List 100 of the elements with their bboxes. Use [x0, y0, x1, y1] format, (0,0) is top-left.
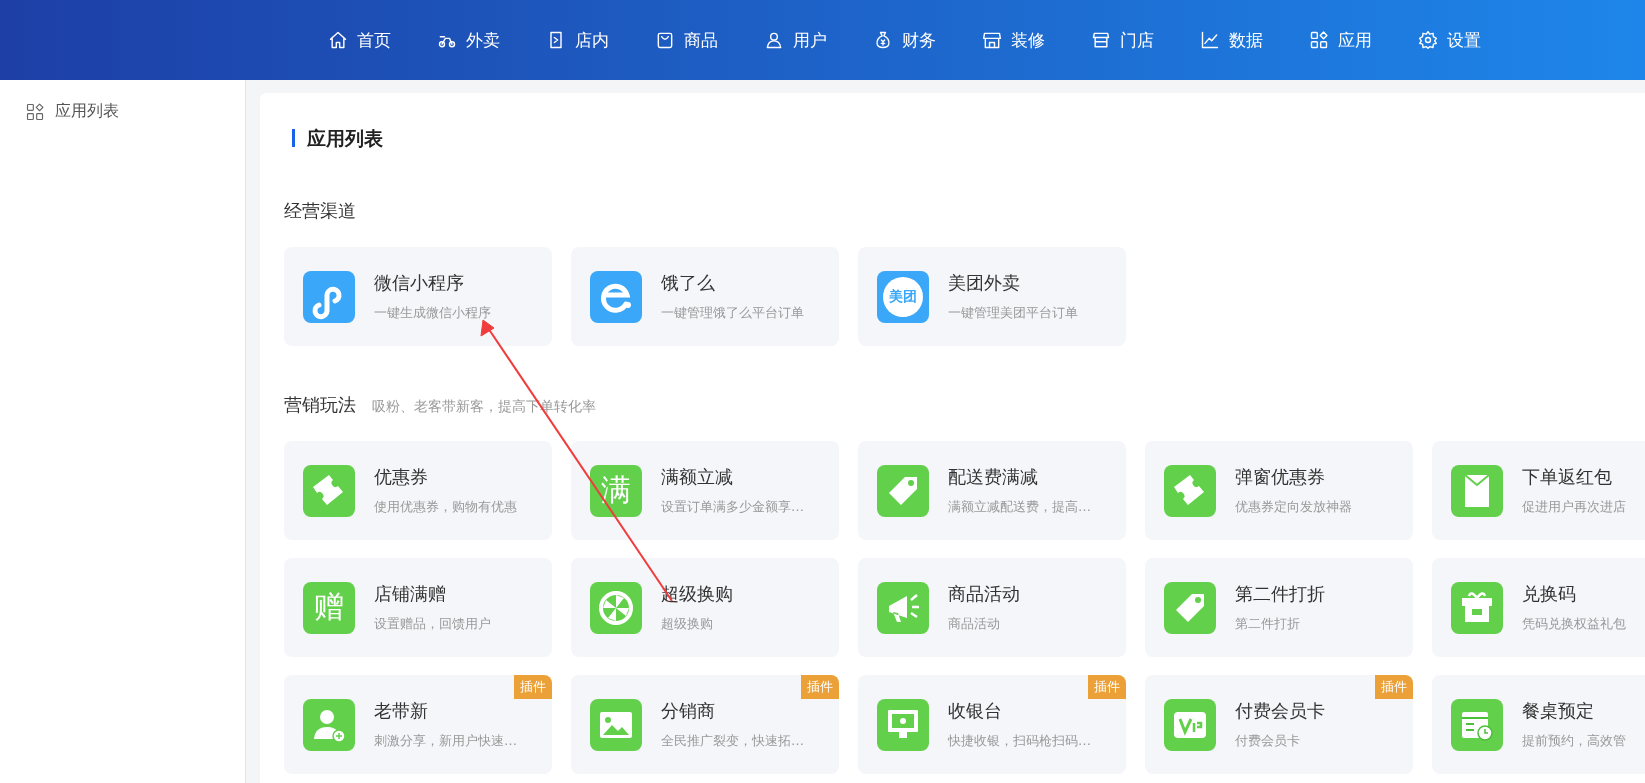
app-card[interactable]: 商品活动 商品活动: [858, 558, 1126, 657]
nav-item[interactable]: 首页: [318, 22, 401, 58]
nav-item[interactable]: 装修: [972, 22, 1055, 58]
apps-icon: [1309, 30, 1329, 50]
nav-item[interactable]: 门店: [1081, 22, 1164, 58]
tag-icon: [889, 476, 917, 505]
app-icon: 赠: [303, 581, 355, 634]
person-add-icon: [314, 709, 346, 743]
app-description: 使用优惠券，购物有优惠: [374, 498, 517, 516]
section-title: 经营渠道: [284, 199, 356, 223]
app-title: 店铺满赠: [374, 582, 447, 606]
storefront-icon: [982, 30, 1002, 50]
app-card[interactable]: 分销商 全民推广裂变，快速拓… 插件: [571, 675, 839, 774]
app-description: 超级换购: [661, 615, 714, 633]
section-title: 营销玩法: [284, 393, 356, 417]
app-description: 一键生成微信小程序: [374, 304, 491, 322]
app-title: 商品活动: [948, 582, 1020, 606]
app-description: 优惠券定向发放神器: [1235, 498, 1352, 516]
app-card[interactable]: 美团 美团外卖 一键管理美团平台订单: [858, 247, 1126, 346]
tag-icon: [1176, 593, 1204, 622]
app-card[interactable]: 配送费满减 满额立减配送费，提高…: [858, 441, 1126, 540]
bag-icon: [655, 30, 675, 50]
app-card[interactable]: 微信小程序 一键生成微信小程序: [284, 247, 552, 346]
app-title: 优惠券: [374, 465, 429, 489]
user-icon: [764, 30, 784, 50]
app-description: 第二件打折: [1235, 615, 1301, 633]
nav-item[interactable]: 应用: [1299, 22, 1382, 58]
nav-item[interactable]: 财务: [863, 22, 946, 58]
money-bag-icon: [873, 30, 893, 50]
app-title: 美团外卖: [948, 271, 1021, 295]
home-icon: [328, 30, 348, 50]
app-title: 配送费满减: [948, 465, 1039, 489]
card-icon: [1174, 711, 1206, 738]
app-title: 餐桌预定: [1522, 699, 1595, 723]
sidebar-item[interactable]: 应用列表: [0, 101, 144, 122]
app-icon: 满: [590, 464, 642, 517]
chart-icon: [1200, 30, 1220, 50]
gift-icon: [1462, 591, 1492, 622]
megaphone-icon: [889, 593, 921, 622]
app-description: 满额立减配送费，提高…: [948, 498, 1091, 516]
section-subtitle: 吸粉、老客带新客，提高下单转化率: [372, 398, 596, 416]
ticket-icon: [313, 474, 343, 505]
ticket-icon: [1174, 474, 1204, 505]
nav-item[interactable]: 数据: [1190, 22, 1273, 58]
app-card[interactable]: 饿了么 一键管理饿了么平台订单: [571, 247, 839, 346]
app-card[interactable]: 付费会员卡 付费会员卡 插件: [1145, 675, 1413, 774]
app-title: 微信小程序: [374, 271, 465, 295]
app-card[interactable]: 满 满额立减 设置订单满多少金额享…: [571, 441, 839, 540]
app-description: 快捷收银，扫码枪扫码…: [948, 732, 1091, 750]
settings-icon: [1418, 30, 1438, 50]
nav-item[interactable]: 商品: [645, 22, 728, 58]
app-card[interactable]: 赠 店铺满赠 设置赠品，回馈用户: [284, 558, 552, 657]
app-title: 付费会员卡: [1235, 699, 1325, 723]
store-icon: [1091, 30, 1111, 50]
app-card[interactable]: 第二件打折 第二件打折: [1145, 558, 1413, 657]
app-title: 弹窗优惠券: [1235, 465, 1326, 489]
app-title: 老带新: [374, 699, 429, 723]
app-card[interactable]: 下单返红包 促进用户再次进店: [1432, 441, 1645, 540]
calendar-icon: [1462, 711, 1493, 741]
wheel-icon: [599, 590, 633, 625]
app-description: 设置订单满多少金额享…: [661, 498, 804, 516]
picture-icon: [600, 711, 632, 738]
app-title: 分销商: [661, 699, 716, 723]
app-description: 商品活动: [948, 615, 1001, 633]
plugin-badge: 插件: [1375, 675, 1413, 699]
nav-item[interactable]: 设置: [1408, 22, 1491, 58]
monitor-icon: [888, 709, 918, 739]
app-description: 凭码兑换权益礼包: [1522, 615, 1626, 633]
app-description: 促进用户再次进店: [1522, 498, 1626, 516]
app-description: 付费会员卡: [1235, 732, 1301, 750]
app-card[interactable]: 餐桌预定 提前预约，高效管: [1432, 675, 1645, 774]
app-title: 饿了么: [661, 271, 716, 295]
panel-title: 应用列表: [292, 129, 383, 147]
plugin-badge: 插件: [801, 675, 839, 699]
nav-item[interactable]: 店内: [536, 22, 619, 58]
app-description: 一键管理美团平台订单: [948, 304, 1078, 322]
app-icon: 美团: [877, 270, 929, 323]
nav-item[interactable]: 用户: [754, 22, 837, 58]
app-card[interactable]: 老带新 刺激分享，新用户快速… 插件: [284, 675, 552, 774]
app-title: 兑换码: [1522, 582, 1577, 606]
app-description: 设置赠品，回馈用户: [374, 615, 491, 633]
app-title: 第二件打折: [1235, 582, 1325, 606]
plugin-badge: 插件: [514, 675, 552, 699]
app-description: 提前预约，高效管: [1522, 732, 1626, 750]
app-title: 满额立减: [661, 465, 734, 489]
app-card[interactable]: 兑换码 凭码兑换权益礼包: [1432, 558, 1645, 657]
app-title: 收银台: [948, 699, 1003, 723]
plugin-badge: 插件: [1088, 675, 1126, 699]
app-card[interactable]: 优惠券 使用优惠券，购物有优惠: [284, 441, 552, 540]
envelope-icon: [1464, 473, 1490, 507]
app-card[interactable]: 弹窗优惠券 优惠券定向发放神器: [1145, 441, 1413, 540]
apps-icon: [25, 101, 45, 122]
letter-e-icon: [600, 283, 631, 313]
app-description: 全民推广裂变，快速拓…: [661, 732, 804, 750]
app-description: 刺激分享，新用户快速…: [374, 732, 517, 750]
app-title: 下单返红包: [1522, 465, 1613, 489]
app-description: 一键管理饿了么平台订单: [661, 304, 804, 322]
link-icon: [312, 286, 342, 319]
nav-item[interactable]: 外卖: [427, 22, 510, 58]
app-card[interactable]: 收银台 快捷收银，扫码枪扫码… 插件: [858, 675, 1126, 774]
